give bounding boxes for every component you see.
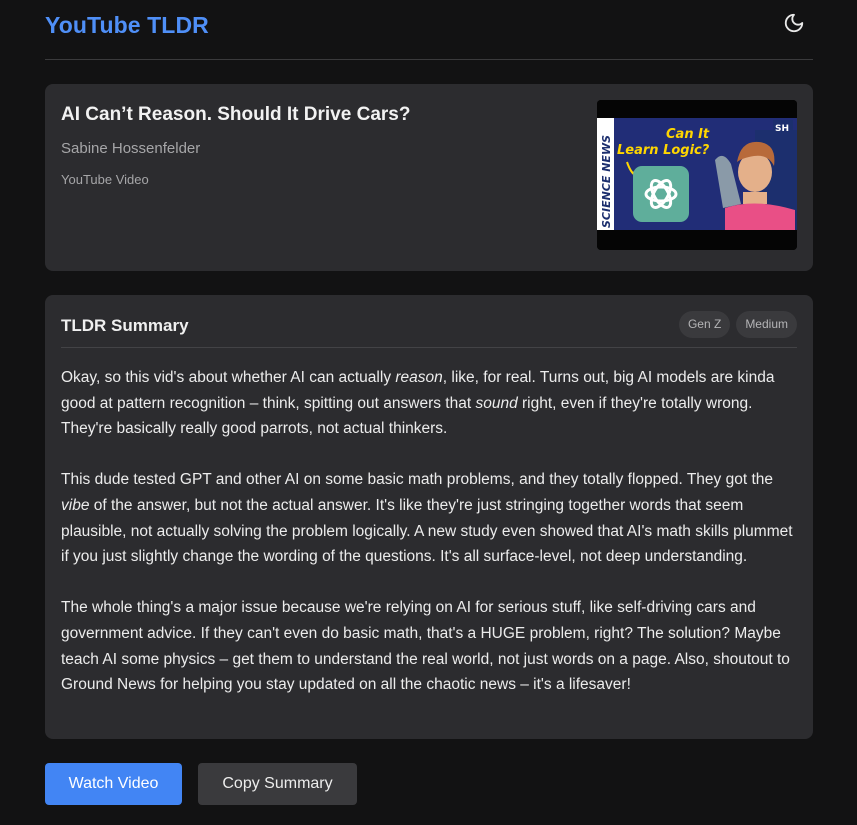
video-channel: Sabine Hossenfelder	[61, 140, 201, 157]
moon-icon	[784, 13, 804, 32]
thumb-headline-1: Can It	[666, 127, 710, 142]
tag-length: Medium	[736, 311, 797, 338]
thumb-badge: SH	[775, 124, 789, 134]
summary-text: This dude tested GPT and other AI on som…	[61, 471, 773, 489]
tag-tone: Gen Z	[678, 311, 731, 338]
summary-title: TLDR Summary	[61, 316, 189, 335]
summary-tags: Gen Z Medium	[678, 311, 797, 338]
thumbnail-image: SCIENCE NEWS Can It Learn Logic? SH	[597, 100, 797, 250]
copy-summary-button[interactable]: Copy Summary	[198, 763, 357, 805]
summary-header: TLDR Summary Gen Z Medium	[61, 311, 797, 348]
video-title: AI Can’t Reason. Should It Drive Cars?	[61, 104, 411, 125]
summary-paragraph: The whole thing's a major issue because …	[61, 599, 790, 694]
header: YouTube TLDR	[45, 0, 813, 60]
watch-video-button[interactable]: Watch Video	[45, 763, 182, 805]
action-bar: Watch Video Copy Summary	[45, 763, 813, 805]
thumb-side-text: SCIENCE NEWS	[600, 135, 613, 228]
video-type-label: YouTube Video	[61, 172, 149, 187]
app-title[interactable]: YouTube TLDR	[45, 12, 209, 39]
summary-emphasis: vibe	[61, 496, 90, 514]
video-thumbnail[interactable]: SCIENCE NEWS Can It Learn Logic? SH	[597, 100, 797, 250]
video-info-card: AI Can’t Reason. Should It Drive Cars? S…	[45, 84, 813, 271]
summary-emphasis: reason	[395, 369, 443, 386]
summary-emphasis: sound	[475, 394, 518, 412]
summary-paragraph: Okay, so this vid's about whether AI can…	[61, 365, 799, 442]
theme-toggle-button[interactable]	[779, 8, 809, 38]
thumb-headline-2: Learn Logic?	[617, 143, 710, 158]
summary-text: of the answer, but not the actual answer…	[61, 496, 793, 566]
summary-card: TLDR Summary Gen Z Medium Okay, so this …	[45, 295, 813, 739]
app-container: YouTube TLDR AI Can’t Reason. Should It …	[45, 0, 813, 805]
summary-paragraph: This dude tested GPT and other AI on som…	[61, 467, 799, 569]
summary-body: Okay, so this vid's about whether AI can…	[61, 365, 799, 698]
summary-text: Okay, so this vid's about whether AI can…	[61, 369, 396, 386]
